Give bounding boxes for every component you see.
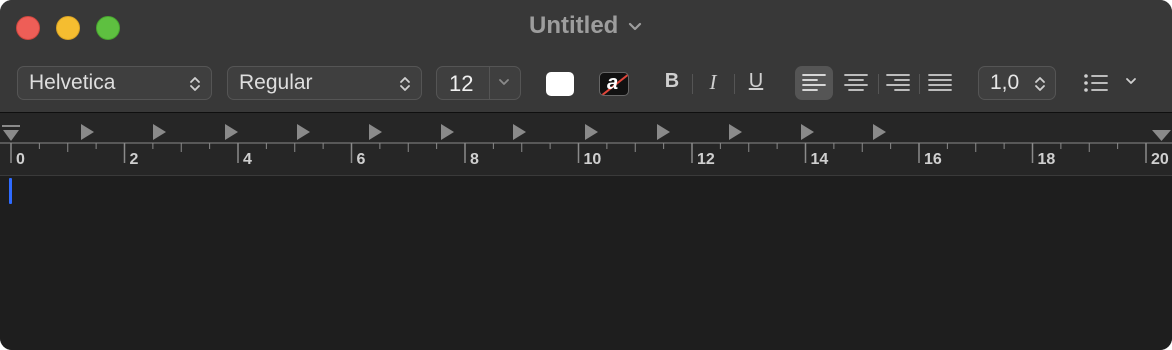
ruler-label: 4 [243,151,252,168]
ruler-label: 2 [129,151,139,168]
font-style-value: Regular [239,71,313,94]
font-style-popup[interactable]: Regular [227,66,422,100]
align-center-icon [844,74,868,91]
line-spacing-value: 1,0 [990,71,1020,94]
font-family-popup[interactable]: Helvetica [17,66,212,100]
document-text-area[interactable] [0,176,1172,350]
justify-button[interactable] [921,66,959,100]
ruler-label: 18 [1037,151,1056,168]
tab-stop-marker[interactable] [657,124,670,140]
toolbar-separator [692,74,693,94]
tab-stop-marker[interactable] [801,124,814,140]
up-down-chevron-icon [190,77,200,91]
chevron-down-icon[interactable] [1124,76,1138,88]
align-left-button[interactable] [795,66,833,100]
ruler[interactable]: 0 2 4 6 8 10 12 14 16 18 20 [0,113,1172,176]
text-background-color-well[interactable]: a [599,72,629,96]
align-left-icon [802,74,826,91]
window-title-text: Untitled [529,12,619,39]
ruler-label: 16 [924,151,942,168]
toolbar-separator [919,74,920,94]
align-right-icon [886,74,910,91]
chevron-down-icon [628,22,642,30]
ruler-label: 20 [1151,151,1169,168]
line-spacing-popup[interactable]: 1,0 [978,66,1056,100]
ruler-label: 6 [356,151,366,168]
titlebar-and-toolbar: Untitled Helvetica Regular 12 a B I U 1,… [0,0,1172,113]
tab-stop-marker[interactable] [369,124,382,140]
font-family-value: Helvetica [29,71,116,94]
combo-divider [489,67,490,99]
bold-button[interactable]: B [657,70,687,93]
font-size-value[interactable]: 12 [449,71,473,97]
tab-stop-marker[interactable] [585,124,598,140]
ruler-label: 12 [697,151,715,168]
font-size-combo[interactable]: 12 [436,66,521,100]
textedit-window: Untitled Helvetica Regular 12 a B I U 1,… [0,0,1172,350]
bulleted-list-icon[interactable] [1082,70,1110,96]
up-down-chevron-icon [400,77,410,91]
text-caret [9,178,12,204]
tab-stop-marker[interactable] [81,124,94,140]
underline-button[interactable]: U [741,70,771,93]
justify-icon [928,74,952,91]
tab-stop-marker[interactable] [153,124,166,140]
up-down-chevron-icon [1035,77,1045,91]
align-right-button[interactable] [879,66,917,100]
left-indent-marker[interactable] [2,125,20,141]
align-center-button[interactable] [837,66,875,100]
italic-button[interactable]: I [698,70,728,95]
tab-stop-marker[interactable] [873,124,886,140]
tab-stop-marker[interactable] [513,124,526,140]
tab-stop-marker[interactable] [225,124,238,140]
text-color-well[interactable] [546,72,574,96]
chevron-down-icon[interactable] [497,77,511,89]
toolbar-separator [734,74,735,94]
background-color-letter: a [607,72,619,94]
ruler-label: 0 [16,151,25,168]
tab-stop-marker[interactable] [441,124,454,140]
right-margin-marker[interactable] [1152,130,1171,141]
ruler-label: 14 [810,151,829,168]
ruler-label: 10 [583,151,602,168]
window-title[interactable]: Untitled [0,12,1172,40]
ruler-label: 8 [470,151,479,168]
tab-stop-marker[interactable] [729,124,742,140]
tab-stop-marker[interactable] [297,124,310,140]
